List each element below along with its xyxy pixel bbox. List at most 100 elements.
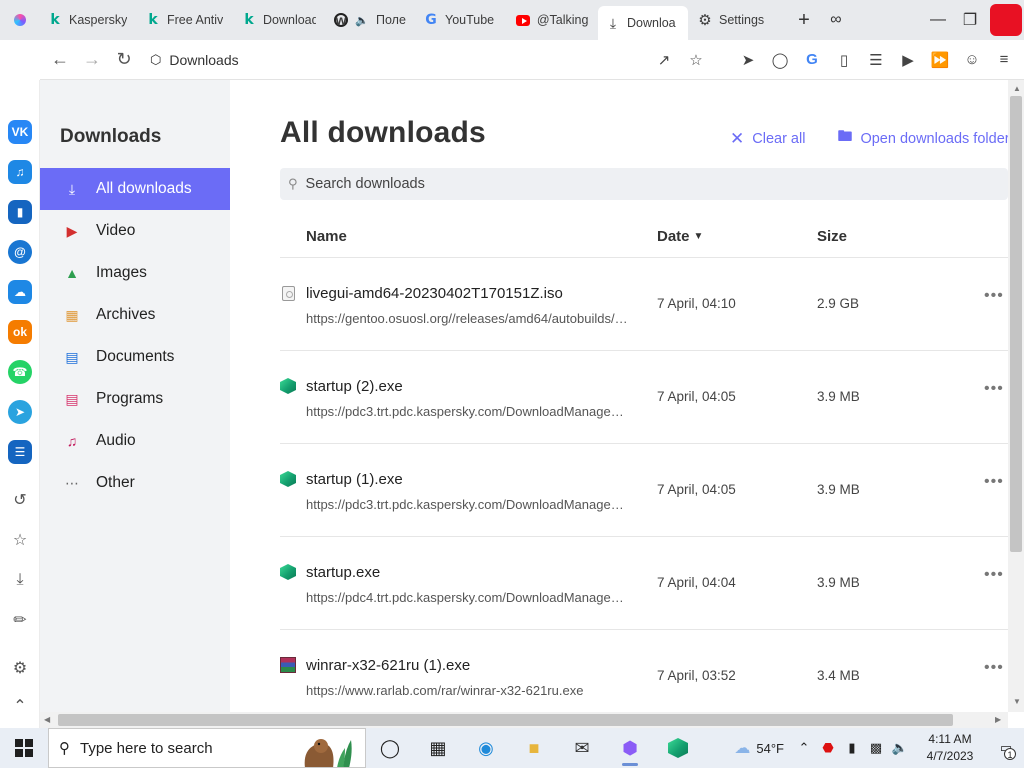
category-other[interactable]: ⋯ Other xyxy=(40,462,230,504)
horizontal-scrollbar-thumb[interactable] xyxy=(58,714,953,726)
mail-icon[interactable]: @ xyxy=(8,240,32,264)
restore-button[interactable]: ❐ xyxy=(954,0,986,40)
tab-talking[interactable]: @TalkingT xyxy=(508,4,596,36)
reload-button[interactable]: ↻ xyxy=(108,44,140,76)
weather-widget[interactable]: ☁ 54°F xyxy=(734,738,784,758)
tab-downloads[interactable]: ⤓ Downloa xyxy=(598,6,688,40)
volume-muted-icon[interactable]: 🔈 xyxy=(888,728,912,768)
search-input[interactable] xyxy=(305,176,906,192)
category-documents[interactable]: ▤ Documents xyxy=(40,336,230,378)
system-clock[interactable]: 4:11 AM 4/7/2023 xyxy=(912,731,988,765)
start-button[interactable] xyxy=(0,728,48,768)
browser-menu-button[interactable] xyxy=(0,0,40,40)
category-archives[interactable]: ▦ Archives xyxy=(40,294,230,336)
mail-app-icon[interactable]: ✉ xyxy=(558,728,606,768)
task-view-button[interactable]: ◯ xyxy=(366,728,414,768)
task-switch-icon[interactable]: ▦ xyxy=(414,728,462,768)
close-window-button[interactable] xyxy=(990,4,1022,36)
network-icon[interactable]: ▩ xyxy=(864,728,888,768)
file-name[interactable]: startup (1).exe xyxy=(306,471,403,488)
music-icon[interactable]: ♫ xyxy=(8,160,32,184)
notification-icon[interactable]: ▭ 1 xyxy=(988,728,1024,768)
whatsapp-icon[interactable]: ☎ xyxy=(8,360,32,384)
bookmark-star-icon[interactable]: ☆ xyxy=(680,44,712,76)
vk-icon[interactable]: VK xyxy=(8,120,32,144)
taskbar-search[interactable]: ⚲ Type here to search xyxy=(48,728,366,768)
file-name[interactable]: startup (2).exe xyxy=(306,378,403,395)
profile-icon[interactable]: ☺ xyxy=(956,44,988,76)
more-options-icon[interactable]: ••• xyxy=(984,659,1004,677)
browser-app-icon[interactable]: ⬢ xyxy=(606,728,654,768)
column-header-date[interactable]: Date ▼ xyxy=(657,228,703,245)
chevron-up-icon[interactable]: ⌃ xyxy=(8,694,32,718)
minimize-button[interactable]: — xyxy=(922,0,954,40)
tab-groups-button[interactable]: ∞ xyxy=(820,0,852,40)
more-options-icon[interactable]: ••• xyxy=(984,380,1004,398)
share-icon[interactable]: ↗ xyxy=(648,44,680,76)
back-button[interactable]: ← xyxy=(44,44,76,76)
file-name[interactable]: startup.exe xyxy=(306,564,380,581)
rocket-icon[interactable]: ➤ xyxy=(732,44,764,76)
file-url[interactable]: https://pdc4.trt.pdc.kaspersky.com/Downl… xyxy=(306,590,628,605)
file-name[interactable]: winrar-x32-621ru (1).exe xyxy=(306,657,470,674)
category-images[interactable]: ▲ Images xyxy=(40,252,230,294)
hardware-icon[interactable]: ▮ xyxy=(840,728,864,768)
download-row[interactable]: startup.exe https://pdc4.trt.pdc.kaspers… xyxy=(280,564,1008,657)
translate-icon[interactable]: G xyxy=(796,44,828,76)
play-icon[interactable]: ▶ xyxy=(892,44,924,76)
tasks-icon[interactable]: ☰ xyxy=(8,440,32,464)
column-header-name[interactable]: Name xyxy=(306,228,347,245)
download-row[interactable]: startup (1).exe https://pdc3.trt.pdc.kas… xyxy=(280,471,1008,564)
open-downloads-folder-button[interactable]: 🖿 Open downloads folder xyxy=(837,126,1008,151)
more-options-icon[interactable]: ••• xyxy=(984,473,1004,491)
odnoklassniki-icon[interactable]: ok xyxy=(8,320,32,344)
category-audio[interactable]: ♫ Audio xyxy=(40,420,230,462)
vertical-scrollbar-thumb[interactable] xyxy=(1010,96,1022,552)
file-url[interactable]: https://pdc3.trt.pdc.kaspersky.com/Downl… xyxy=(306,497,628,512)
file-explorer-icon[interactable]: ■ xyxy=(510,728,558,768)
more-options-icon[interactable]: ••• xyxy=(984,566,1004,584)
security-alert-icon[interactable]: ⬣ xyxy=(816,728,840,768)
extensions-icon[interactable]: ▯ xyxy=(828,44,860,76)
file-url[interactable]: https://www.rarlab.com/rar/winrar-x32-62… xyxy=(306,683,628,698)
cloud-icon[interactable]: ☁ xyxy=(8,280,32,304)
history-icon[interactable]: ↺ xyxy=(8,488,32,512)
analytics-icon[interactable]: ▮ xyxy=(8,200,32,224)
scroll-left-arrow-icon[interactable]: ◀ xyxy=(44,715,50,724)
file-url[interactable]: https://pdc3.trt.pdc.kaspersky.com/Downl… xyxy=(306,404,628,419)
downloads-icon[interactable]: ⤓ xyxy=(8,568,32,592)
tab-poleznoe[interactable]: w 🔈 Полез xyxy=(326,4,414,36)
column-header-size[interactable]: Size xyxy=(817,228,847,245)
scroll-right-arrow-icon[interactable]: ▶ xyxy=(995,715,1001,724)
playlist-icon[interactable]: ☰ xyxy=(860,44,892,76)
settings-gear-icon[interactable]: ⚙ xyxy=(8,656,32,680)
category-programs[interactable]: ▤ Programs xyxy=(40,378,230,420)
file-name[interactable]: livegui-amd64-20230402T170151Z.iso xyxy=(306,285,563,302)
chevron-up-icon[interactable]: ⌃ xyxy=(792,728,816,768)
brush-icon[interactable]: ✏ xyxy=(8,608,32,632)
bookmarks-star-icon[interactable]: ☆ xyxy=(8,528,32,552)
more-options-icon[interactable]: ••• xyxy=(984,287,1004,305)
tab-settings[interactable]: ⚙ Settings xyxy=(690,4,786,36)
kaspersky-app-icon[interactable] xyxy=(654,728,702,768)
fast-forward-icon[interactable]: ⏩ xyxy=(924,44,956,76)
shield-icon[interactable]: ◯ xyxy=(764,44,796,76)
tab-youtube-search[interactable]: G YouTube xyxy=(416,4,506,36)
forward-button[interactable]: → xyxy=(76,44,108,76)
new-tab-button[interactable]: + xyxy=(788,0,820,40)
category-video[interactable]: ▶ Video xyxy=(40,210,230,252)
scroll-up-arrow-icon[interactable]: ▲ xyxy=(1013,84,1021,93)
tab-kaspersky-download[interactable]: k Download xyxy=(234,4,324,36)
scroll-down-arrow-icon[interactable]: ▼ xyxy=(1013,697,1021,706)
download-row[interactable]: winrar-x32-621ru (1).exe https://www.rar… xyxy=(280,657,1008,712)
file-url[interactable]: https://gentoo.osuosl.org//releases/amd6… xyxy=(306,311,628,326)
menu-icon[interactable]: ≡ xyxy=(988,44,1020,76)
download-row[interactable]: startup (2).exe https://pdc3.trt.pdc.kas… xyxy=(280,378,1008,471)
category-all-downloads[interactable]: ⤓ All downloads xyxy=(40,168,230,210)
telegram-icon[interactable]: ➤ xyxy=(8,400,32,424)
download-row[interactable]: livegui-amd64-20230402T170151Z.iso https… xyxy=(280,285,1008,378)
clear-all-button[interactable]: ✕ Clear all xyxy=(730,126,805,151)
tab-kaspersky[interactable]: k Kaspersky xyxy=(40,4,136,36)
omnibox[interactable]: ⬡ Downloads xyxy=(150,52,648,68)
edge-browser-icon[interactable]: ◉ xyxy=(462,728,510,768)
